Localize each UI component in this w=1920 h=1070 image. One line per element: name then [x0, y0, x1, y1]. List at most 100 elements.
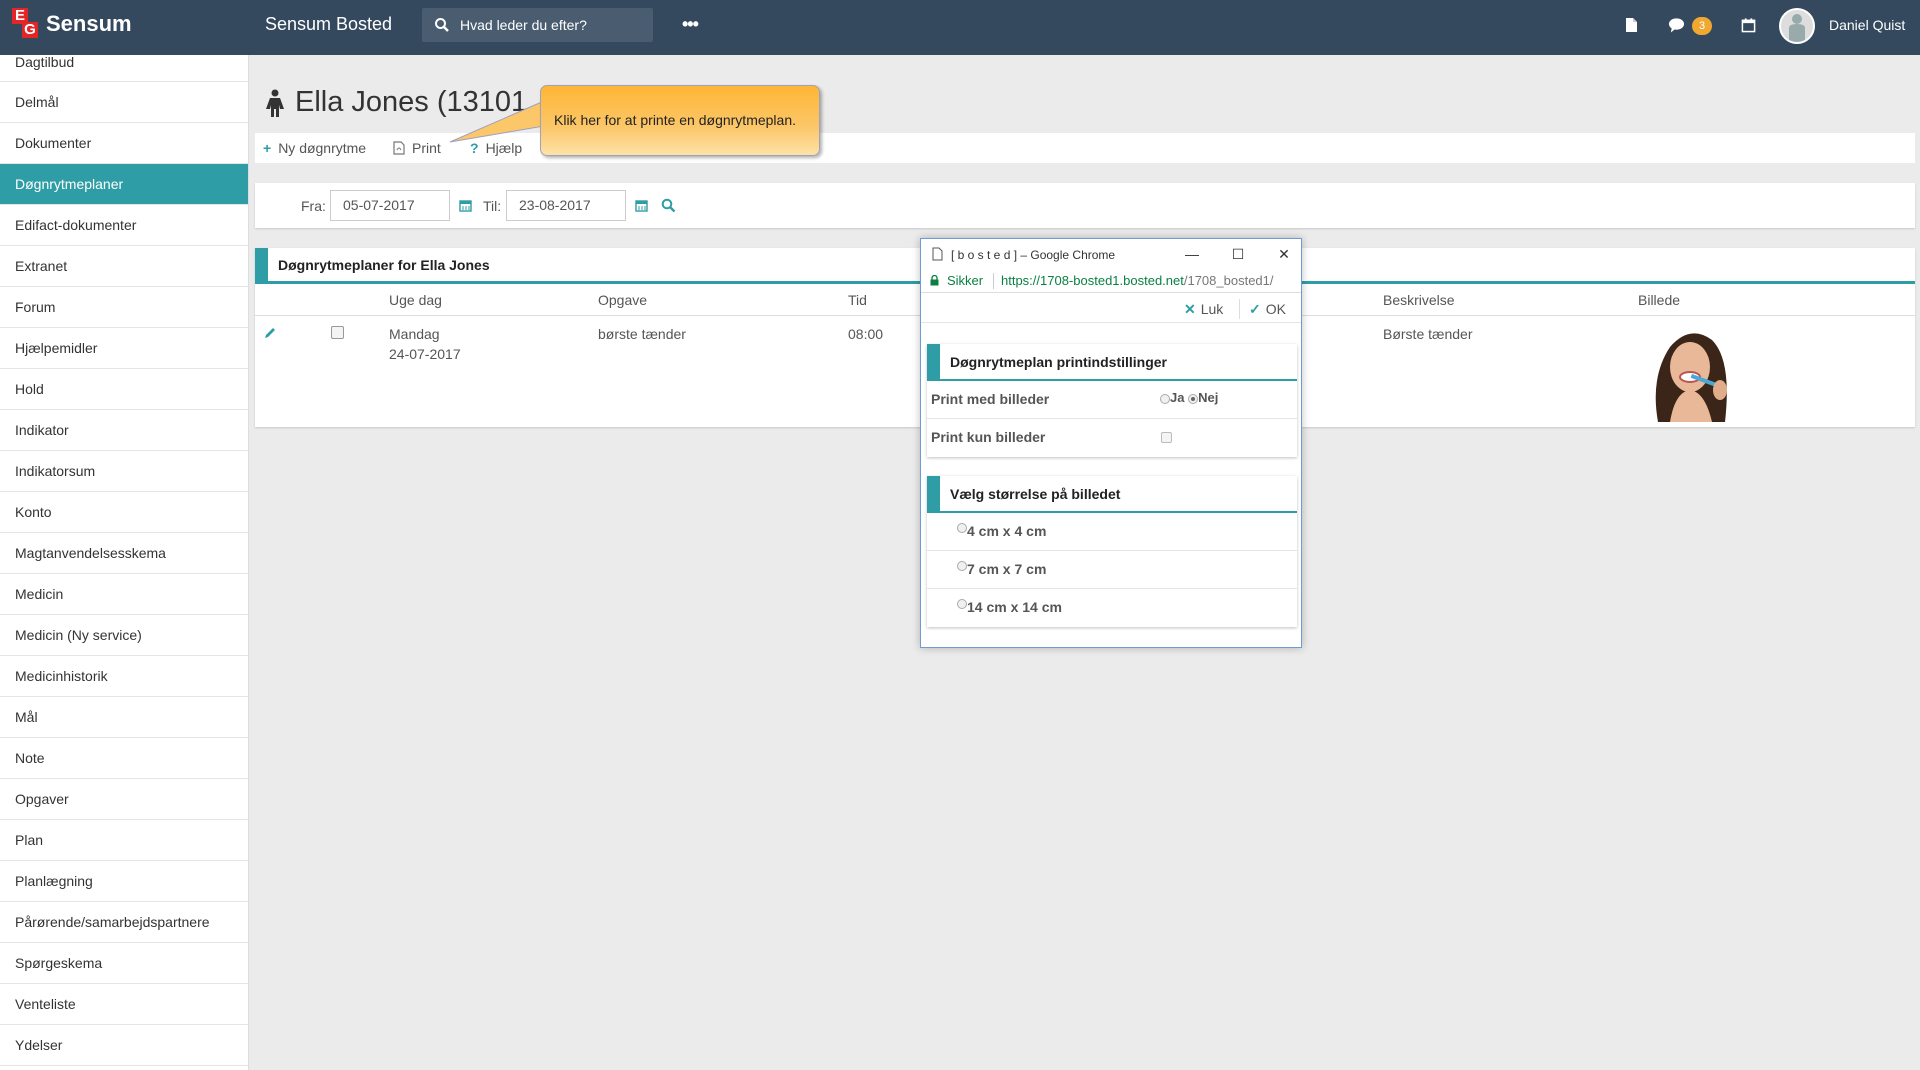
maximize-icon[interactable]: ☐ [1229, 245, 1247, 263]
new-daily-rhythm-label: Ny døgnrytme [278, 140, 367, 156]
logo[interactable]: E G Sensum [12, 8, 132, 40]
lock-icon [930, 275, 939, 286]
sidebar-item[interactable]: Opgaver [0, 779, 248, 820]
row-task: børste tænder [598, 326, 686, 342]
top-bar: E G Sensum Sensum Bosted ••• 3 Daniel Qu… [0, 0, 1920, 55]
new-daily-rhythm-button[interactable]: + Ny døgnrytme [263, 140, 366, 156]
print-only-images-row: Print kun billeder [927, 419, 1297, 457]
sidebar-item[interactable]: Hjælpemidler [0, 328, 248, 369]
no-label: Nej [1198, 390, 1219, 405]
search-input[interactable] [460, 8, 650, 42]
url-text[interactable]: https://1708-bosted1.bosted.net/1708_bos… [1001, 273, 1274, 288]
row-date: 24-07-2017 [389, 346, 461, 362]
from-date-input[interactable]: 05-07-2017 [330, 190, 450, 221]
messages-badge: 3 [1692, 17, 1712, 35]
size-option-row: 7 cm x 7 cm [927, 551, 1297, 589]
size-option-row: 14 cm x 14 cm [927, 589, 1297, 627]
ok-button[interactable]: ✓ OK [1249, 301, 1286, 318]
logo-text: Sensum [46, 11, 132, 36]
print-label: Print [412, 140, 441, 156]
close-window-icon[interactable]: ✕ [1275, 245, 1293, 263]
edit-pencil-icon[interactable] [263, 326, 277, 340]
size-radio[interactable] [957, 523, 967, 534]
print-with-images-label: Print med billeder [931, 391, 1050, 407]
row-time: 08:00 [848, 326, 884, 342]
sidebar-item[interactable]: Spørgeskema [0, 943, 248, 984]
sidebar: Dagtilbud Delmål Dokumenter Døgnrytmeplaner… [0, 55, 249, 1070]
sidebar-item[interactable]: Plan [0, 820, 248, 861]
to-date-input[interactable]: 23-08-2017 [506, 190, 626, 221]
row-weekday-cell: Mandag 24-07-2017 [389, 324, 461, 364]
size-option-label: 7 cm x 7 cm [967, 561, 1047, 577]
row-checkbox[interactable] [331, 326, 344, 339]
sidebar-item[interactable]: Hold [0, 369, 248, 410]
row-weekday: Mandag [389, 326, 440, 342]
avatar[interactable] [1779, 8, 1815, 44]
tooth-brushing-photo [1640, 322, 1740, 422]
action-separator [1239, 299, 1240, 319]
sidebar-item[interactable]: Edifact-dokumenter [0, 205, 248, 246]
size-option-4cm[interactable]: 4 cm x 4 cm [957, 523, 1046, 539]
address-bar[interactable]: Sikker https://1708-bosted1.bosted.net/1… [921, 269, 1301, 293]
col-time[interactable]: Tid [848, 292, 867, 308]
callout-pointer [449, 100, 545, 143]
sidebar-item[interactable]: Extranet [0, 246, 248, 287]
sidebar-item[interactable]: Note [0, 738, 248, 779]
print-settings-window: [ b o s t e d ] – Google Chrome — ☐ ✕ Si… [920, 238, 1302, 648]
window-title: [ b o s t e d ] – Google Chrome [951, 248, 1116, 262]
print-only-images-checkbox[interactable] [1161, 432, 1172, 443]
radio-yes[interactable] [1160, 393, 1170, 404]
search-filter-icon[interactable] [661, 198, 676, 213]
more-icon[interactable]: ••• [682, 14, 699, 35]
size-option-7cm[interactable]: 7 cm x 7 cm [957, 561, 1046, 577]
sidebar-item[interactable]: Pårørende/samarbejdspartnere [0, 902, 248, 943]
col-task[interactable]: Opgave [598, 292, 647, 308]
sidebar-item[interactable]: Dokumenter [0, 123, 248, 164]
size-option-label: 4 cm x 4 cm [967, 523, 1047, 539]
url-path: /1708_bosted1/ [1183, 273, 1274, 288]
size-option-row: 4 cm x 4 cm [927, 513, 1297, 551]
sidebar-item[interactable]: Indikator [0, 410, 248, 451]
col-description[interactable]: Beskrivelse [1383, 292, 1455, 308]
date-filter: Fra: 05-07-2017 Til: 23-08-2017 [255, 183, 1915, 228]
search-icon[interactable] [434, 17, 450, 33]
plus-icon: + [263, 140, 272, 156]
sidebar-item[interactable]: Medicin (Ny service) [0, 615, 248, 656]
window-titlebar[interactable]: [ b o s t e d ] – Google Chrome — ☐ ✕ [921, 239, 1301, 269]
sidebar-item[interactable]: Dagtilbud [0, 55, 248, 82]
sidebar-item[interactable]: Medicin [0, 574, 248, 615]
from-calendar-icon[interactable] [459, 199, 472, 212]
document-icon[interactable] [1622, 16, 1640, 34]
size-radio[interactable] [957, 561, 967, 572]
image-size-section: Vælg størrelse på billedet 4 cm x 4 cm 7… [927, 476, 1297, 627]
col-weekday[interactable]: Uge dag [389, 292, 442, 308]
print-button[interactable]: Print [393, 140, 441, 156]
minimize-icon[interactable]: — [1183, 245, 1201, 263]
radio-no[interactable] [1188, 393, 1199, 404]
sidebar-item[interactable]: Mål [0, 697, 248, 738]
print-settings-section: Døgnrytmeplan printindstillinger Print m… [927, 344, 1297, 457]
app-title[interactable]: Sensum Bosted [265, 14, 392, 35]
sidebar-item[interactable]: Venteliste [0, 984, 248, 1025]
secure-label: Sikker [947, 273, 984, 288]
calendar-icon[interactable] [1741, 16, 1756, 34]
chat-icon[interactable] [1668, 16, 1685, 34]
user-name[interactable]: Daniel Quist [1829, 17, 1905, 33]
sidebar-item[interactable]: Medicinhistorik [0, 656, 248, 697]
close-button[interactable]: ✕ Luk [1184, 301, 1223, 318]
size-option-14cm[interactable]: 14 cm x 14 cm [957, 599, 1062, 615]
size-option-label: 14 cm x 14 cm [967, 599, 1062, 615]
sidebar-item[interactable]: Ydelser [0, 1025, 248, 1066]
sidebar-item[interactable]: Planlægning [0, 861, 248, 902]
sidebar-item[interactable]: Indikatorsum [0, 451, 248, 492]
sidebar-item[interactable]: Forum [0, 287, 248, 328]
search-box[interactable] [422, 8, 653, 42]
sidebar-item[interactable]: Konto [0, 492, 248, 533]
logo-letter-g: G [22, 22, 38, 38]
sidebar-item[interactable]: Døgnrytmeplaner [0, 164, 248, 205]
sidebar-item[interactable]: Magtanvendelsesskema [0, 533, 248, 574]
print-settings-title: Døgnrytmeplan printindstillinger [927, 344, 1297, 381]
size-radio[interactable] [957, 599, 967, 610]
to-calendar-icon[interactable] [635, 199, 648, 212]
sidebar-item[interactable]: Delmål [0, 82, 248, 123]
